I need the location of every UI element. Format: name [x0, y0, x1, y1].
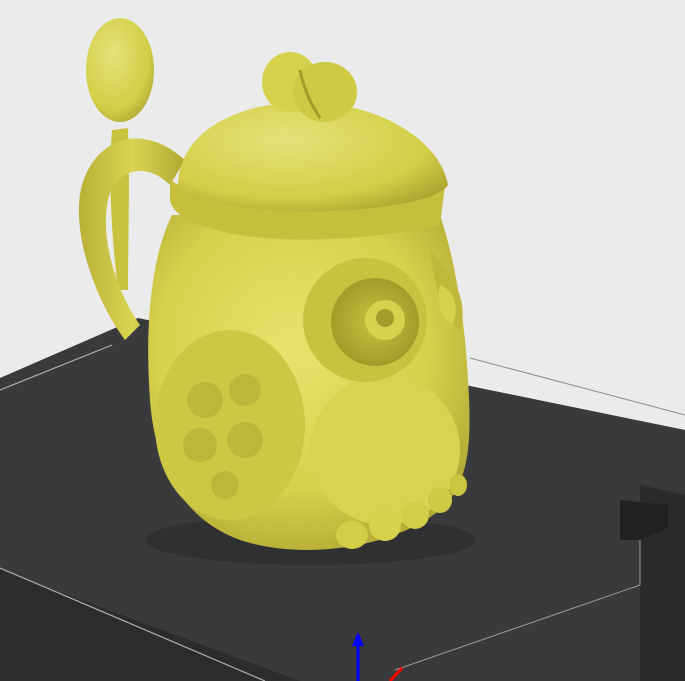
viewport-canvas[interactable] — [0, 0, 685, 681]
spoon-bowl — [86, 18, 154, 122]
3d-viewport[interactable] — [0, 0, 685, 681]
owl-eye — [303, 258, 427, 382]
owl-wing-left — [155, 330, 305, 520]
